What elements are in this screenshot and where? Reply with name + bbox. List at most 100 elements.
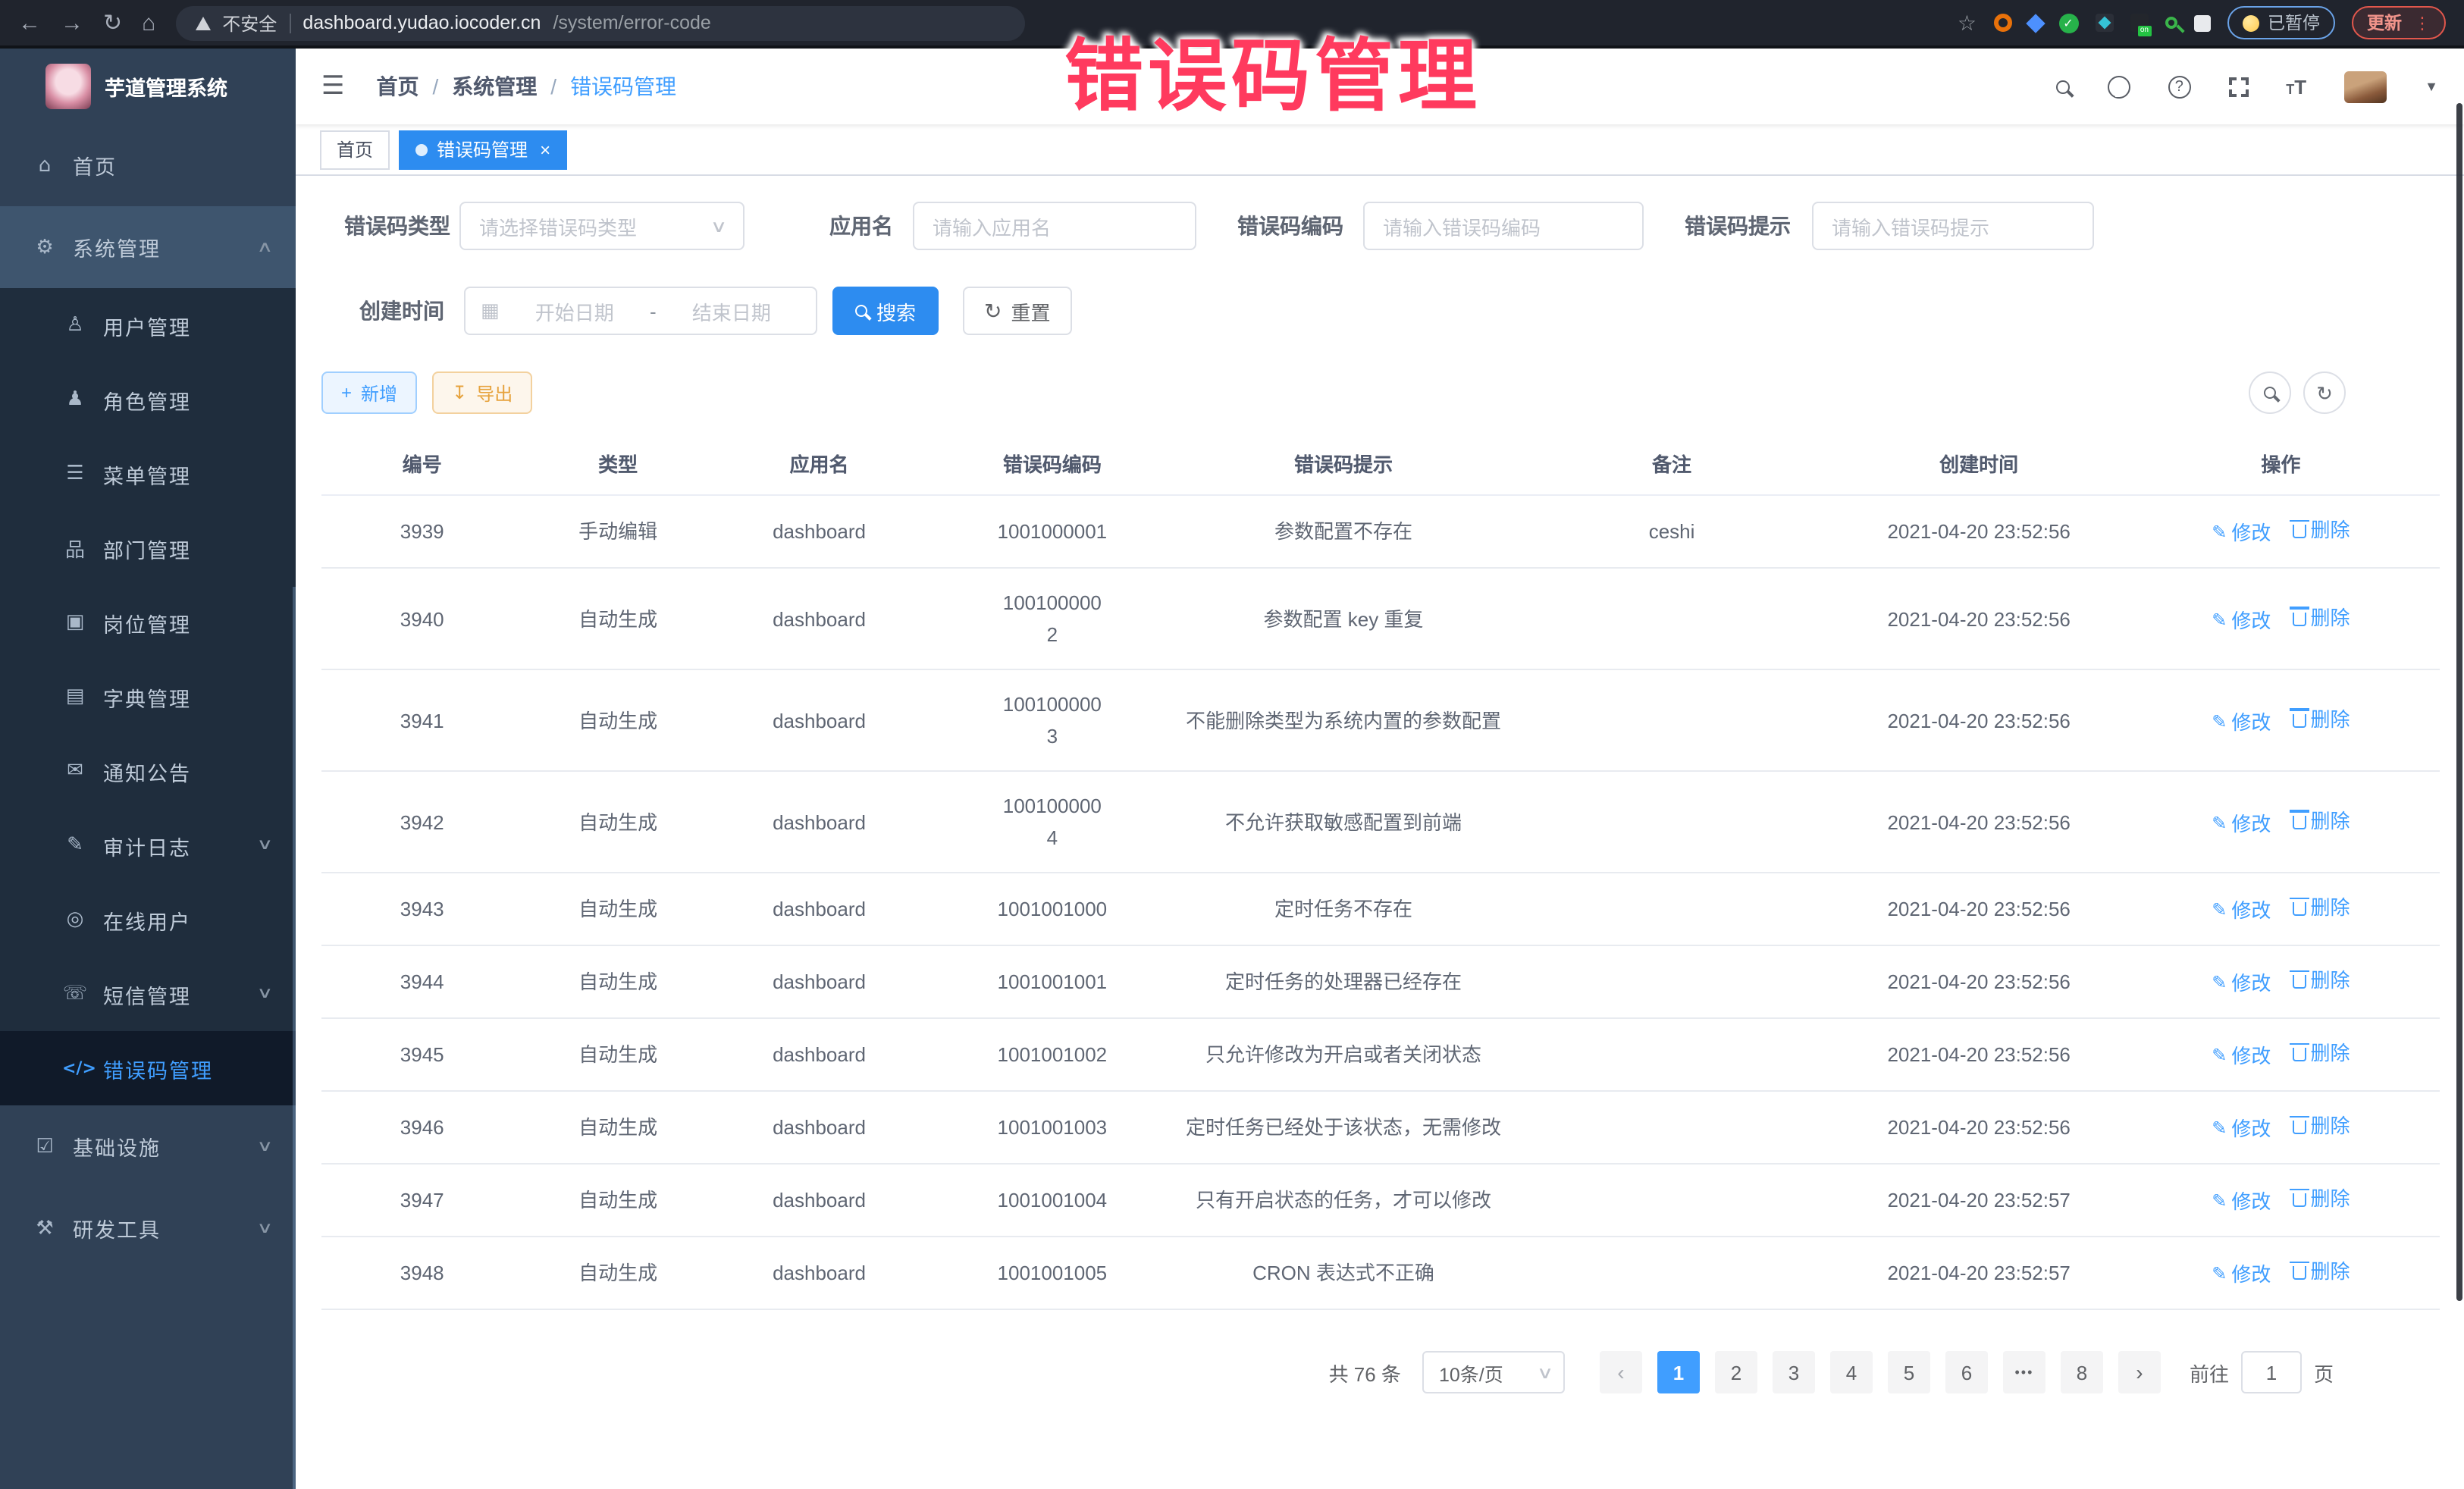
home-icon[interactable]: ⌂	[142, 11, 155, 34]
extension-icon[interactable]	[2025, 13, 2044, 32]
delete-button[interactable]: 删除	[2292, 1110, 2350, 1142]
edit-button[interactable]: ✎修改	[2212, 807, 2271, 839]
export-button[interactable]: ↧ 导出	[432, 371, 532, 414]
reset-button[interactable]: ↻ 重置	[963, 287, 1072, 335]
close-icon[interactable]: ×	[540, 139, 550, 160]
sidebar-item-sms[interactable]: ☏ 短信管理 ∨	[0, 957, 296, 1031]
reload-icon[interactable]: ↻	[103, 11, 122, 34]
delete-button[interactable]: 删除	[2292, 1255, 2350, 1287]
delete-button[interactable]: 删除	[2292, 892, 2350, 923]
next-page-button[interactable]: ›	[2118, 1351, 2161, 1393]
edit-button[interactable]: ✎修改	[2212, 1113, 2271, 1145]
extension-icon[interactable]	[2095, 14, 2113, 32]
edit-button[interactable]: ✎修改	[2212, 1259, 2271, 1290]
page-size-select[interactable]: 10条/页 ∨	[1422, 1351, 1565, 1393]
sidebar-scrollbar[interactable]	[293, 587, 296, 1489]
cell-code: 100100000 4	[925, 771, 1179, 873]
tag-error-code[interactable]: 错误码管理 ×	[399, 130, 567, 169]
page-button[interactable]: 1	[1657, 1351, 1700, 1393]
prev-page-button[interactable]: ‹	[1600, 1351, 1642, 1393]
address-bar[interactable]: 不安全 dashboard.yudao.iocoder.cn/system/er…	[175, 5, 1024, 40]
sidebar-item-users[interactable]: ♟ 角色管理	[0, 362, 296, 437]
font-size-icon[interactable]: TT	[2286, 75, 2306, 98]
github-icon[interactable]	[2107, 75, 2130, 98]
user-avatar[interactable]	[2344, 71, 2387, 102]
sidebar-item-infrastructure[interactable]: ☑ 基础设施 ∨	[0, 1105, 296, 1187]
extension-icon[interactable]: ✓	[2058, 13, 2078, 33]
extension-icon[interactable]	[2130, 14, 2148, 32]
sidebar-item-menu-list[interactable]: ☰ 菜单管理	[0, 437, 296, 511]
sidebar-toggle-icon[interactable]: ☰	[321, 71, 345, 102]
search-button[interactable]: 搜索	[832, 287, 939, 335]
edit-button[interactable]: ✎修改	[2212, 1186, 2271, 1218]
edit-button[interactable]: ✎修改	[2212, 1040, 2271, 1072]
page-button[interactable]: 8	[2061, 1351, 2103, 1393]
delete-button[interactable]: 删除	[2292, 703, 2350, 735]
date-range-input[interactable]: ▦ 开始日期 - 结束日期	[464, 287, 817, 335]
profile-paused-chip[interactable]: 已暂停	[2227, 6, 2335, 39]
goto-page-input[interactable]: 1	[2241, 1351, 2302, 1393]
sidebar-item-org-tree[interactable]: 品 部门管理	[0, 511, 296, 585]
cell-hint: 参数配置不存在	[1179, 495, 1507, 568]
edit-button[interactable]: ✎修改	[2212, 967, 2271, 999]
forward-icon[interactable]: →	[61, 11, 83, 34]
page-button[interactable]: 6	[1945, 1351, 1988, 1393]
edit-button[interactable]: ✎修改	[2212, 706, 2271, 738]
page-button[interactable]: 2	[1715, 1351, 1757, 1393]
delete-button[interactable]: 删除	[2292, 514, 2350, 546]
sidebar-item-online[interactable]: ◎ 在线用户	[0, 882, 296, 957]
window-scrollbar[interactable]	[2456, 103, 2462, 1301]
help-icon[interactable]: ?	[2168, 75, 2190, 98]
delete-button[interactable]: 删除	[2292, 804, 2350, 836]
delete-button[interactable]: 删除	[2292, 1183, 2350, 1215]
cell-time: 2021-04-20 23:52:56	[1836, 1091, 2122, 1164]
sidebar-item-dev-tools[interactable]: ⚒ 研发工具 ∨	[0, 1187, 296, 1269]
page-button[interactable]: 5	[1888, 1351, 1930, 1393]
show-search-button[interactable]	[2249, 371, 2291, 414]
cell-type: 自动生成	[522, 945, 713, 1018]
extension-icon[interactable]	[2165, 17, 2177, 29]
edit-button[interactable]: ✎修改	[2212, 517, 2271, 549]
chevron-down-icon[interactable]: ▼	[2425, 79, 2438, 94]
sidebar-item-audit-log[interactable]: ✎ 审计日志 ∨	[0, 808, 296, 882]
breadcrumb-home[interactable]: 首页	[377, 71, 419, 102]
fullscreen-icon[interactable]	[2228, 77, 2248, 96]
sidebar-item-home[interactable]: ⌂ 首页	[0, 124, 296, 206]
type-select[interactable]: 请选择错误码类型 ∨	[459, 202, 745, 250]
sidebar-item-dictionary[interactable]: ▤ 字典管理	[0, 660, 296, 734]
code-input[interactable]: 请输入错误码编码	[1363, 202, 1644, 250]
cell-memo	[1508, 1237, 1836, 1309]
add-button[interactable]: + 新增	[321, 371, 417, 414]
browser-menu-icon[interactable]: ⋮	[2414, 13, 2431, 33]
extensions-menu-icon[interactable]	[2193, 14, 2210, 31]
sms-icon: ☏	[62, 983, 88, 1005]
search-icon[interactable]	[2055, 80, 2069, 93]
delete-button[interactable]: 删除	[2292, 964, 2350, 996]
edit-button[interactable]: ✎修改	[2212, 604, 2271, 636]
delete-button[interactable]: 删除	[2292, 1037, 2350, 1069]
app-logo-row[interactable]: 芋道管理系统	[0, 49, 296, 124]
edit-button[interactable]: ✎修改	[2212, 895, 2271, 926]
tag-home[interactable]: 首页	[320, 130, 390, 169]
reset-button-label: 重置	[1011, 296, 1051, 325]
trash-icon	[2292, 612, 2306, 625]
cell-hint: 不能删除类型为系统内置的参数配置	[1179, 669, 1507, 771]
sidebar-item-user[interactable]: ♙ 用户管理	[0, 288, 296, 362]
bookmark-star-icon[interactable]: ☆	[1958, 10, 1977, 36]
trash-icon	[2292, 815, 2306, 829]
app-input[interactable]: 请输入应用名	[913, 202, 1196, 250]
refresh-table-button[interactable]: ↻	[2303, 371, 2346, 414]
page-button[interactable]: 4	[1830, 1351, 1873, 1393]
delete-button[interactable]: 删除	[2292, 601, 2350, 633]
hint-input[interactable]: 请输入错误码提示	[1812, 202, 2094, 250]
sidebar-item-badge[interactable]: ▣ 岗位管理	[0, 585, 296, 660]
sidebar-item-code[interactable]: </> 错误码管理	[0, 1031, 296, 1105]
extension-icon[interactable]	[1993, 14, 2011, 32]
page-button[interactable]: 3	[1773, 1351, 1815, 1393]
breadcrumb-system[interactable]: 系统管理	[452, 71, 537, 102]
sidebar-item-gear[interactable]: ⚙ 系统管理 ∧	[0, 206, 296, 288]
sidebar-item-announcement[interactable]: ✉ 通知公告	[0, 734, 296, 808]
pages-more-button[interactable]: •••	[2003, 1351, 2045, 1393]
back-icon[interactable]: ←	[18, 11, 41, 34]
browser-update-button[interactable]: 更新 ⋮	[2352, 6, 2446, 39]
